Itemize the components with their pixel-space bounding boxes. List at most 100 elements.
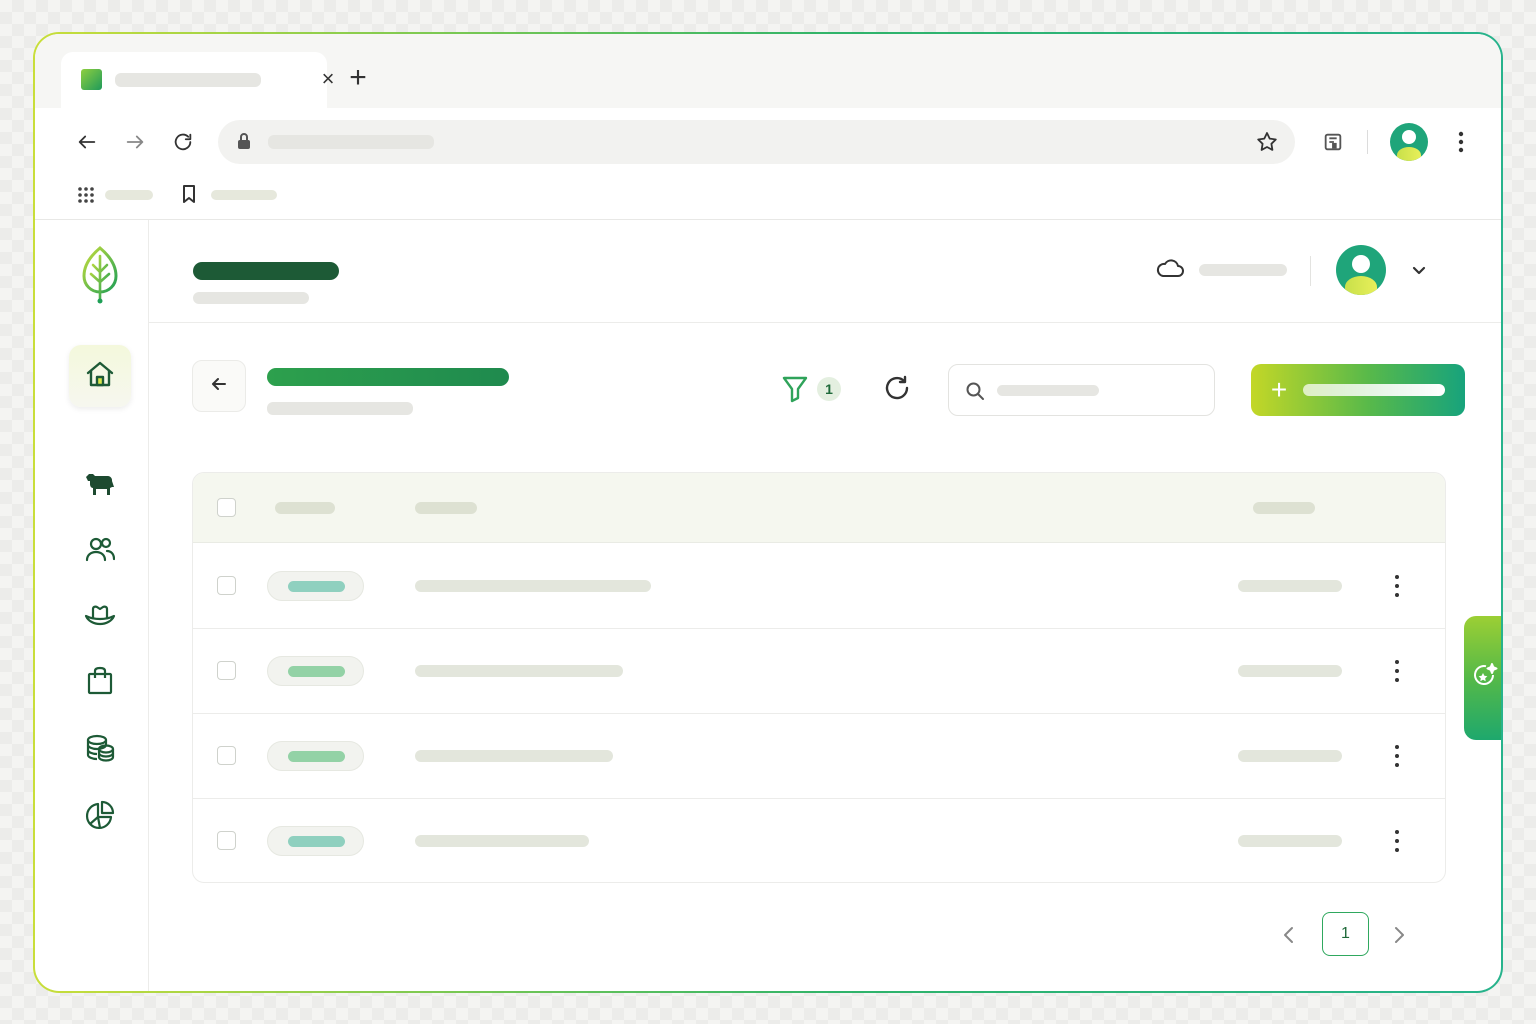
bookmark-icon[interactable] — [181, 184, 197, 209]
reading-list-icon[interactable] — [1317, 126, 1349, 158]
app-header — [149, 220, 1501, 323]
status-pill-placeholder — [288, 581, 345, 592]
app-window: × + 1 + 1 — [33, 32, 1503, 993]
app-title-placeholder — [193, 262, 339, 280]
row-checkbox[interactable] — [217, 831, 236, 850]
data-table — [192, 472, 1446, 883]
pagination-prev-icon[interactable] — [1278, 924, 1300, 951]
row-primary-placeholder — [415, 750, 613, 762]
pie-chart-icon — [85, 800, 115, 835]
app-sidebar — [35, 220, 149, 991]
row-secondary-placeholder — [1238, 750, 1342, 762]
cowboy-hat-icon — [84, 602, 116, 633]
status-pill-placeholder — [288, 751, 345, 762]
pagination-page-current[interactable]: 1 — [1322, 912, 1369, 956]
table-row[interactable] — [193, 714, 1445, 799]
row-checkbox[interactable] — [217, 576, 236, 595]
status-pill — [267, 571, 364, 601]
browser-toolbar — [35, 120, 1501, 164]
home-icon — [84, 358, 116, 395]
table-row[interactable] — [193, 629, 1445, 714]
bookmarks-bar — [35, 180, 1501, 210]
coins-icon — [85, 733, 115, 768]
main-content: 1 + — [149, 324, 1501, 991]
browser-tabstrip: × + — [35, 34, 1501, 108]
status-pill — [267, 741, 364, 771]
status-pill-placeholder — [288, 836, 345, 847]
column-header-placeholder[interactable] — [1253, 502, 1315, 514]
pagination-next-icon[interactable] — [1388, 924, 1410, 951]
app-favicon-icon — [81, 69, 102, 90]
browser-tab[interactable]: × — [61, 52, 334, 108]
status-pill — [267, 826, 364, 856]
add-new-button[interactable]: + — [1251, 364, 1465, 416]
table-row[interactable] — [193, 799, 1445, 882]
toolbar-separator — [1367, 130, 1368, 154]
header-separator — [1310, 256, 1311, 286]
sidebar-item-shop[interactable] — [69, 652, 131, 714]
column-header-placeholder[interactable] — [415, 502, 477, 514]
ai-assistant-tab[interactable] — [1464, 616, 1501, 740]
close-tab-icon[interactable]: × — [313, 64, 343, 94]
sidebar-item-reports[interactable] — [69, 786, 131, 848]
status-pill — [267, 656, 364, 686]
bookmark-label-placeholder[interactable] — [105, 190, 153, 200]
tab-title-placeholder — [115, 73, 261, 87]
plus-icon: + — [1270, 374, 1288, 405]
row-more-icon[interactable] — [1385, 742, 1409, 770]
row-checkbox[interactable] — [217, 746, 236, 765]
status-pill-placeholder — [288, 666, 345, 677]
row-more-icon[interactable] — [1385, 827, 1409, 855]
search-icon — [965, 381, 985, 406]
page-title-placeholder — [267, 368, 509, 386]
row-secondary-placeholder — [1238, 580, 1342, 592]
row-primary-placeholder — [415, 665, 623, 677]
select-all-checkbox[interactable] — [217, 498, 236, 517]
page-subtitle-placeholder — [267, 402, 413, 415]
sidebar-item-people[interactable] — [69, 520, 131, 582]
users-icon — [85, 534, 116, 569]
url-placeholder — [268, 135, 434, 149]
sidebar-item-ranch[interactable] — [69, 586, 131, 648]
bag-icon — [86, 666, 114, 701]
sidebar-item-cattle[interactable] — [69, 454, 131, 516]
sidebar-item-home[interactable] — [69, 345, 131, 407]
search-input[interactable] — [948, 364, 1215, 416]
arrow-left-icon — [210, 375, 228, 398]
bookmark-label-placeholder[interactable] — [211, 190, 277, 200]
table-row[interactable] — [193, 544, 1445, 629]
apps-icon[interactable] — [77, 186, 95, 209]
column-header-placeholder[interactable] — [275, 502, 335, 514]
sparkle-assistant-icon — [1471, 662, 1499, 695]
row-more-icon[interactable] — [1385, 572, 1409, 600]
back-button[interactable] — [192, 360, 246, 412]
row-primary-placeholder — [415, 835, 589, 847]
filter-icon[interactable] — [781, 374, 809, 409]
star-icon[interactable] — [1255, 130, 1279, 159]
leaf-logo-icon[interactable] — [78, 244, 122, 311]
filter-count-badge: 1 — [817, 377, 841, 401]
chevron-down-icon[interactable] — [1409, 260, 1429, 285]
cow-icon — [84, 469, 116, 502]
search-placeholder — [997, 385, 1099, 396]
new-tab-button[interactable]: + — [341, 62, 375, 96]
profile-avatar[interactable] — [1390, 123, 1428, 161]
add-button-label-placeholder — [1303, 384, 1445, 396]
row-more-icon[interactable] — [1385, 657, 1409, 685]
user-avatar[interactable] — [1336, 245, 1386, 295]
app-subtitle-placeholder — [193, 292, 309, 304]
forward-icon[interactable] — [119, 126, 151, 158]
sidebar-item-finance[interactable] — [69, 719, 131, 781]
address-bar[interactable] — [218, 120, 1295, 164]
row-primary-placeholder — [415, 580, 651, 592]
refresh-icon[interactable] — [883, 374, 911, 407]
table-header — [193, 473, 1445, 543]
sync-status-placeholder — [1199, 264, 1287, 276]
more-icon[interactable] — [1445, 126, 1477, 158]
back-icon[interactable] — [71, 126, 103, 158]
window-inner: × + 1 + 1 — [35, 34, 1501, 991]
cloud-sync-icon[interactable] — [1155, 256, 1185, 285]
row-secondary-placeholder — [1238, 835, 1342, 847]
reload-icon[interactable] — [167, 126, 199, 158]
row-checkbox[interactable] — [217, 661, 236, 680]
